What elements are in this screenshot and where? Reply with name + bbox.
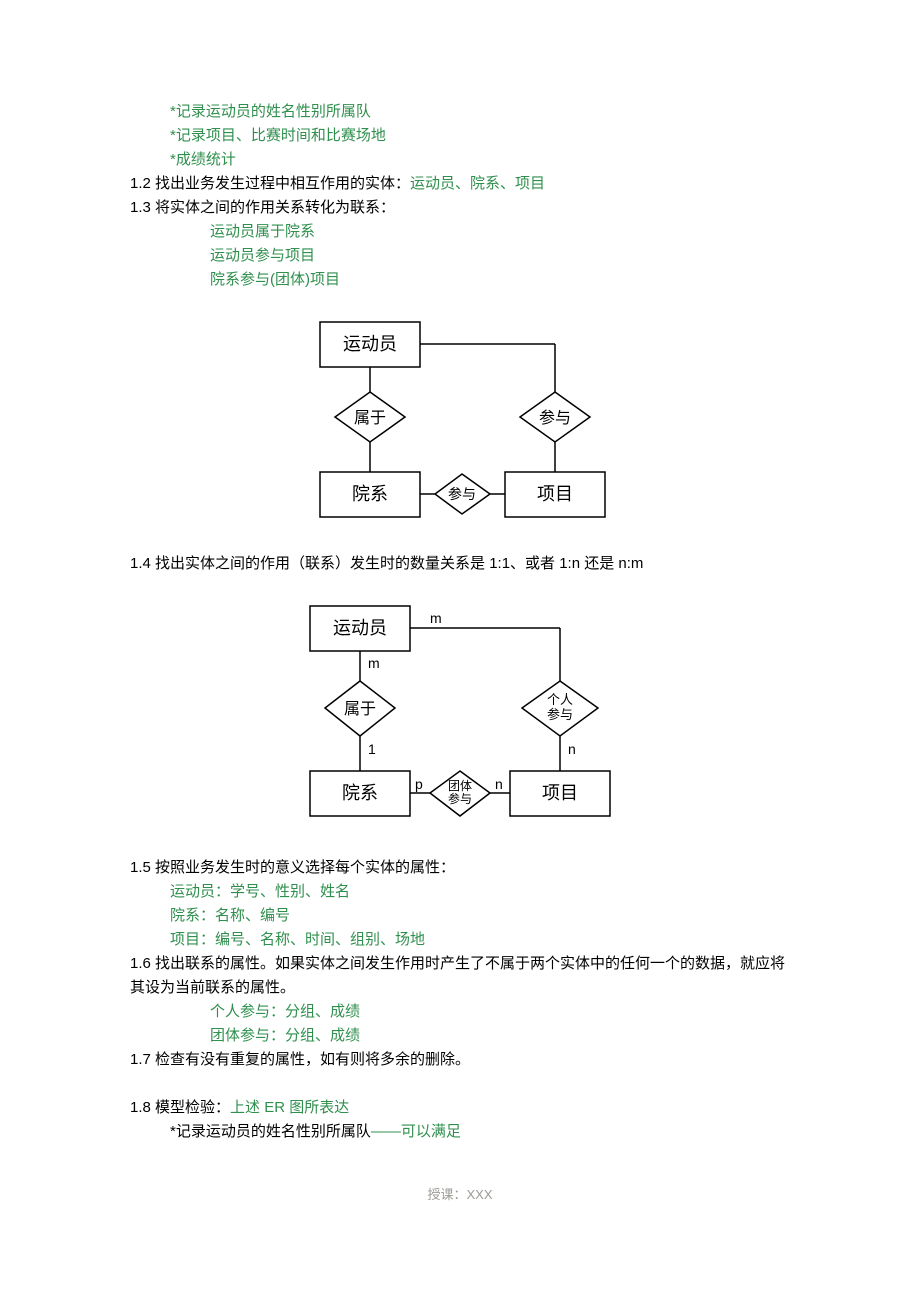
list-item: *记录项目、比赛时间和比赛场地 — [170, 124, 790, 148]
card-m1: m — [430, 610, 442, 626]
rel-team-top: 团体 — [448, 779, 472, 793]
rel-belongs: 属于 — [344, 701, 376, 718]
rel-team-bot: 参与 — [448, 791, 472, 806]
card-m2: m — [368, 655, 380, 671]
rel-indiv-bot: 参与 — [547, 707, 573, 722]
item-suffix: ——可以满足 — [371, 1123, 461, 1140]
list-item: 运动员参与项目 — [210, 244, 790, 268]
section-1-5-label: 1.5 按照业务发生时的意义选择每个实体的属性： — [130, 856, 790, 880]
section-1-8-item: *记录运动员的姓名性别所属队——可以满足 — [170, 1120, 790, 1144]
section-1-6-label: 1.6 找出联系的属性。如果实体之间发生作用时产生了不属于两个实体中的任何一个的… — [130, 952, 790, 1000]
list-item: 院系参与(团体)项目 — [210, 268, 790, 292]
list-item: *记录运动员的姓名性别所属队 — [170, 100, 790, 124]
list-item: 团体参与：分组、成绩 — [210, 1024, 790, 1048]
list-item: 个人参与：分组、成绩 — [210, 1000, 790, 1024]
page-footer: 授课：XXX — [130, 1184, 790, 1203]
entity-event: 项目 — [542, 783, 578, 803]
document-page: *记录运动员的姓名性别所属队 *记录项目、比赛时间和比赛场地 *成绩统计 1.2… — [0, 0, 920, 1243]
card-n2: n — [568, 741, 576, 757]
item-prefix: *记录运动员的姓名性别所属队 — [170, 1123, 371, 1140]
section-label-green: 上述 ER 图所表达 — [230, 1099, 349, 1116]
er-diagram-1: 运动员 参与 属于 院系 项目 参与 — [130, 312, 790, 532]
rel-participate: 参与 — [539, 409, 571, 427]
section-1-4-label: 1.4 找出实体之间的作用（联系）发生时的数量关系是 1:1、或者 1:n 还是… — [130, 552, 790, 576]
section-1-2: 1.2 找出业务发生过程中相互作用的实体：运动员、院系、项目 — [130, 172, 790, 196]
list-item: *成绩统计 — [170, 148, 790, 172]
section-1-8: 1.8 模型检验：上述 ER 图所表达 — [130, 1096, 790, 1120]
entity-event: 项目 — [537, 484, 573, 504]
section-label-prefix: 1.8 模型检验： — [130, 1099, 230, 1116]
section-1-3-label: 1.3 将实体之间的作用关系转化为联系： — [130, 196, 790, 220]
card-n1: n — [495, 776, 503, 792]
section-1-7-label: 1.7 检查有没有重复的属性，如有则将多余的删除。 — [130, 1048, 790, 1072]
list-item: 院系：名称、编号 — [170, 904, 790, 928]
rel-belongs: 属于 — [354, 410, 386, 427]
entities-text: 运动员、院系、项目 — [410, 175, 545, 192]
card-1: 1 — [368, 741, 376, 757]
list-item: 项目：编号、名称、时间、组别、场地 — [170, 928, 790, 952]
entity-athlete: 运动员 — [343, 334, 397, 354]
list-item: 运动员属于院系 — [210, 220, 790, 244]
rel-indiv-top: 个人 — [547, 692, 573, 707]
card-p: p — [415, 776, 423, 792]
entity-dept: 院系 — [352, 484, 388, 504]
rel-participate-team: 参与 — [448, 486, 476, 502]
section-label: 1.2 找出业务发生过程中相互作用的实体： — [130, 175, 410, 192]
er-diagram-2: 运动员 m 个人 参与 m 属于 1 院系 n — [130, 596, 790, 836]
entity-dept: 院系 — [342, 783, 378, 803]
list-item: 运动员：学号、性别、姓名 — [170, 880, 790, 904]
entity-athlete: 运动员 — [333, 618, 387, 638]
